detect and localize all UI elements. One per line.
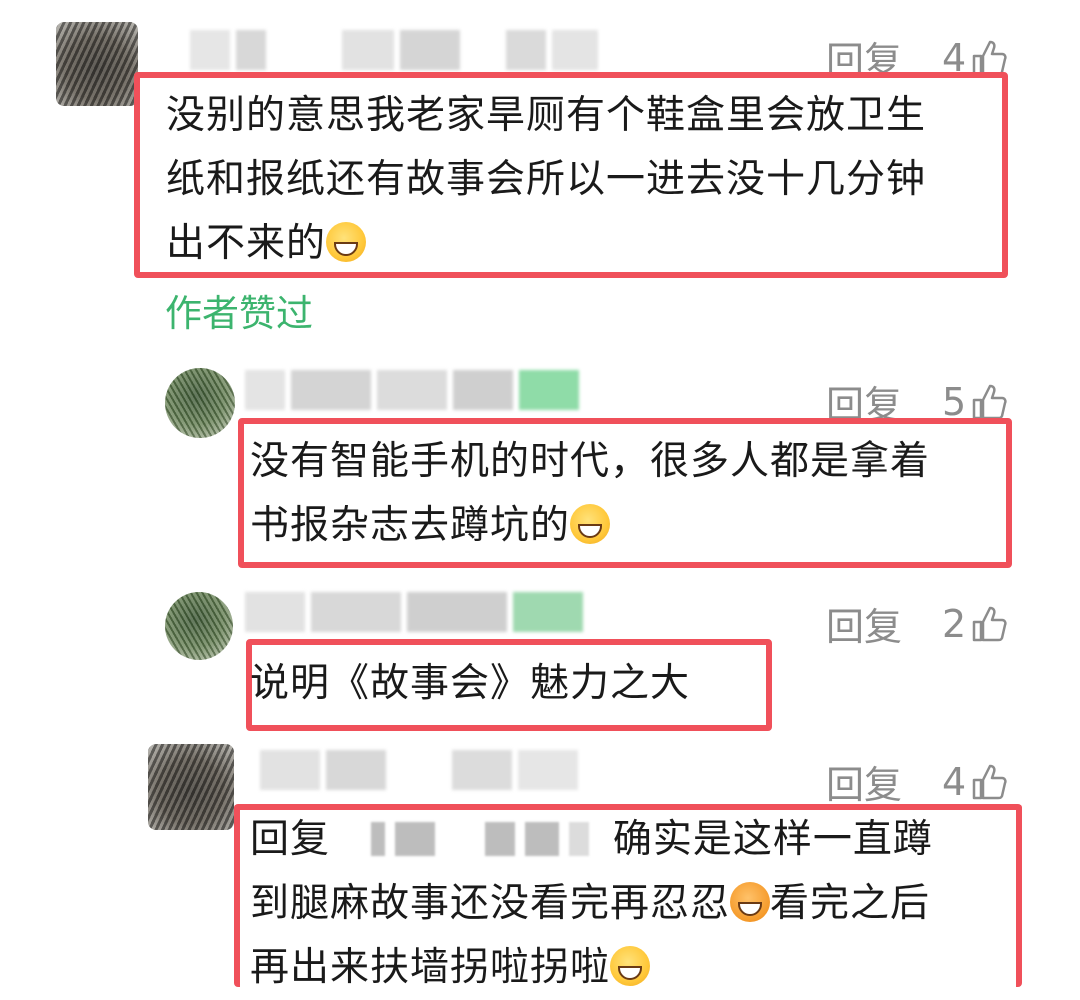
comment-line: 看完之后 bbox=[770, 881, 931, 926]
comment-line: 确实是这样一直蹲 bbox=[612, 817, 933, 862]
thumb-up-icon[interactable] bbox=[970, 762, 1010, 802]
comment-line: 书报杂志去蹲坑的 bbox=[250, 503, 571, 548]
avatar[interactable] bbox=[148, 744, 234, 830]
username-blurred[interactable] bbox=[245, 370, 585, 410]
comment-line: 说明《故事会》魅力之大 bbox=[250, 661, 691, 706]
thumb-up-icon[interactable] bbox=[970, 604, 1010, 644]
mention-blurred[interactable] bbox=[485, 822, 516, 856]
grin-emoji bbox=[570, 504, 611, 544]
username-blurred[interactable] bbox=[260, 750, 584, 790]
username-blurred[interactable] bbox=[245, 592, 589, 632]
mention-blurred[interactable] bbox=[525, 822, 560, 856]
mention-blurred[interactable] bbox=[371, 822, 386, 856]
like-count: 4 bbox=[942, 759, 967, 804]
username-blurred[interactable] bbox=[190, 30, 604, 70]
comment-line: 没别的意思我老家旱厕有个鞋盒里会放卫生 bbox=[166, 93, 927, 138]
mention-blurred[interactable] bbox=[395, 822, 436, 856]
author-liked-label: 作者赞过 bbox=[165, 292, 313, 335]
like-count: 2 bbox=[942, 601, 967, 646]
comment-text: 没有智能手机的时代，很多人都是拿着 书报杂志去蹲坑的 bbox=[250, 430, 1000, 558]
comment-meta: 回复 2 bbox=[826, 596, 1010, 651]
comment-text: 说明《故事会》魅力之大 bbox=[250, 652, 770, 716]
grin-emoji bbox=[326, 222, 367, 262]
annoyed-emoji bbox=[730, 882, 771, 922]
comment-line: 再出来扶墙拐啦拐啦 bbox=[250, 945, 611, 990]
thumb-up-icon[interactable] bbox=[970, 382, 1010, 422]
comment-meta: 回复 4 bbox=[826, 754, 1010, 809]
laugh-cry-emoji bbox=[610, 946, 651, 986]
avatar[interactable] bbox=[56, 22, 138, 106]
comment-text: 没别的意思我老家旱厕有个鞋盒里会放卫生 纸和报纸还有故事会所以一进去没十几分钟 … bbox=[166, 84, 1006, 276]
comment-line: 纸和报纸还有故事会所以一进去没十几分钟 bbox=[166, 157, 927, 202]
comment-line: 到腿麻故事还没看完再忍忍 bbox=[250, 881, 731, 926]
reply-button[interactable]: 回复 bbox=[826, 596, 902, 651]
mention-blurred[interactable] bbox=[569, 822, 590, 856]
like-count: 5 bbox=[942, 379, 967, 424]
comment-text: 回复 确实是这样一直蹲 到腿麻故事还没看完再忍忍 看完之后 再出来扶墙拐啦拐啦 bbox=[250, 808, 1010, 1000]
reply-button[interactable]: 回复 bbox=[826, 754, 902, 809]
avatar[interactable] bbox=[165, 368, 235, 438]
avatar[interactable] bbox=[165, 592, 233, 660]
comment-line: 出不来的 bbox=[166, 221, 327, 266]
reply-prefix[interactable]: 回复 bbox=[250, 817, 330, 862]
comment-line: 没有智能手机的时代，很多人都是拿着 bbox=[250, 439, 931, 484]
